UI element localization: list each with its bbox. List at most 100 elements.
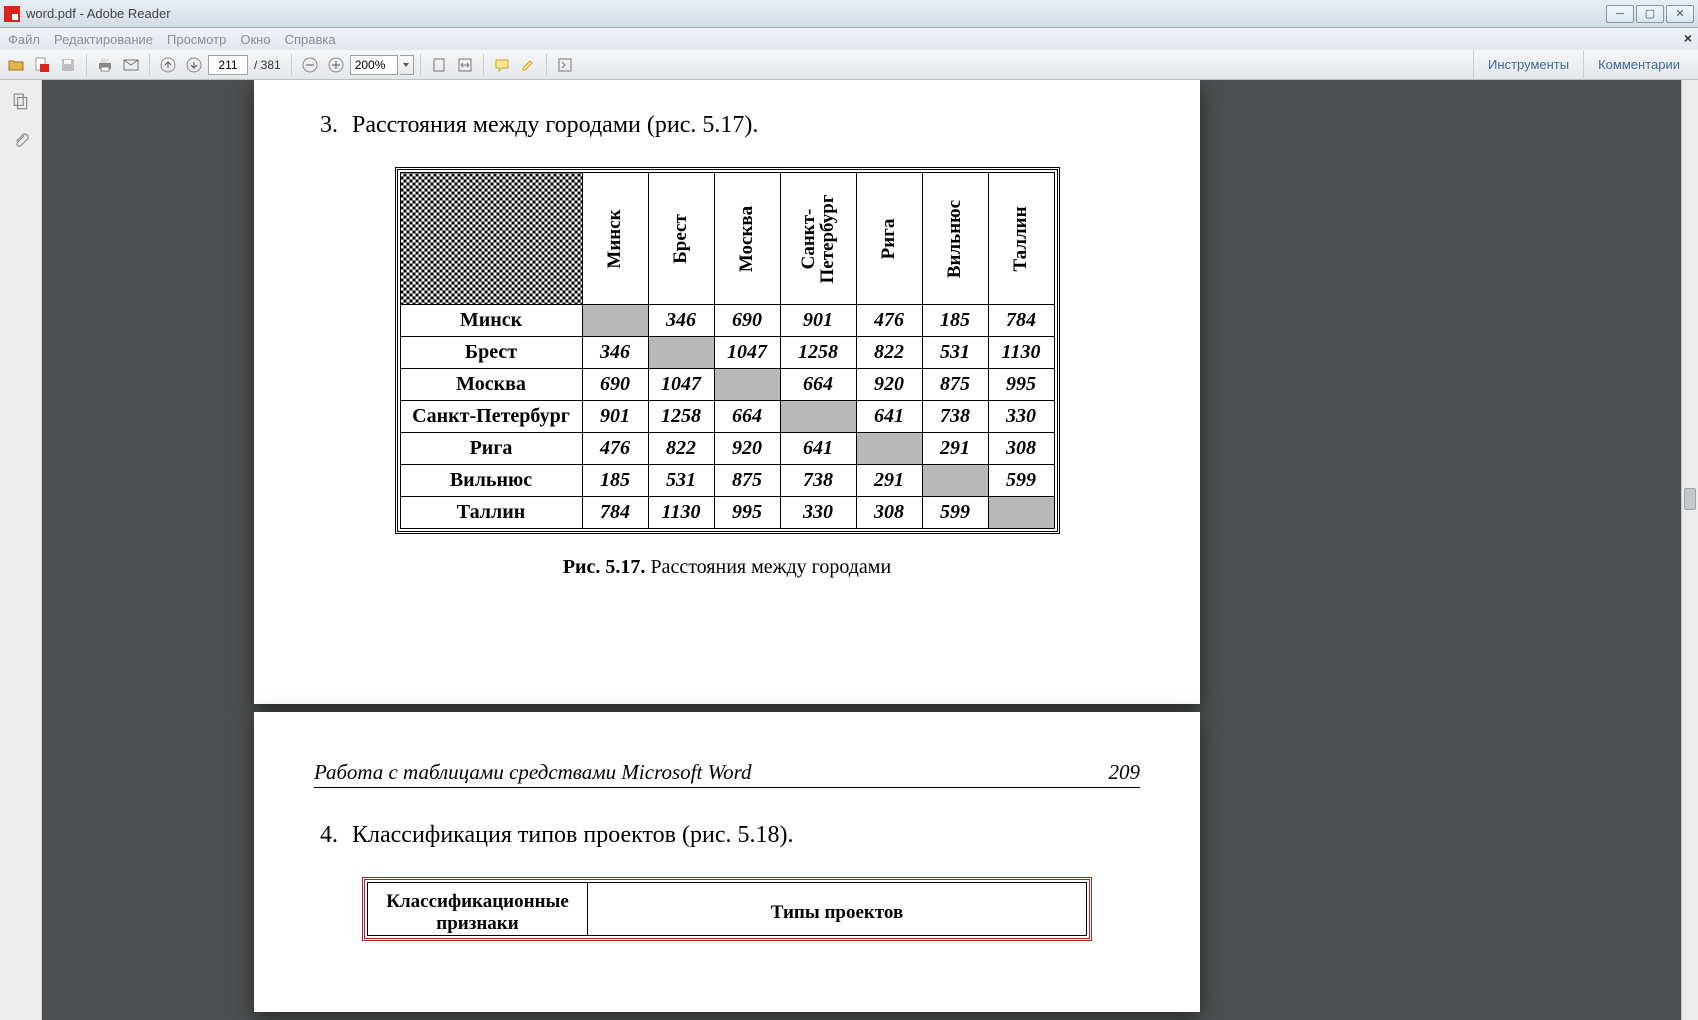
window-title: word.pdf - Adobe Reader [26,6,171,21]
tools-panel-button[interactable]: Инструменты [1473,50,1583,80]
table-cell: 664 [780,369,856,401]
zoom-out-icon[interactable] [298,53,322,77]
list-number: 4. [314,822,352,849]
app-icon [4,6,20,22]
close-button[interactable]: ✕ [1666,5,1694,23]
separator [291,54,292,76]
table-cell: 875 [714,465,780,497]
thumbnails-icon[interactable] [11,92,31,112]
vertical-scrollbar[interactable] [1681,80,1698,1020]
column-header: Минск [582,173,648,305]
row-header: Рига [400,433,582,465]
table-cell: 875 [922,369,988,401]
list-text: Классификация типов проектов (рис. 5.18)… [352,822,793,849]
zoom-in-icon[interactable] [324,53,348,77]
table-cell: 690 [714,305,780,337]
save-icon[interactable] [56,53,80,77]
table-cell [856,433,922,465]
row-header: Москва [400,369,582,401]
pdf-page: 3. Расстояния между городами (рис. 5.17)… [254,80,1200,704]
attachments-icon[interactable] [11,130,31,150]
minimize-button[interactable]: ─ [1606,5,1634,23]
comments-panel-button[interactable]: Комментарии [1583,50,1694,80]
table-cell: 599 [988,465,1054,497]
print-icon[interactable] [93,53,117,77]
column-header: Таллин [988,173,1054,305]
export-pdf-icon[interactable] [30,53,54,77]
table-cell: 690 [582,369,648,401]
table-cell: 185 [582,465,648,497]
zoom-input[interactable] [350,55,398,75]
table-cell: 308 [988,433,1054,465]
read-mode-icon[interactable] [553,53,577,77]
fit-page-icon[interactable] [427,53,451,77]
table-cell: 531 [922,337,988,369]
table-cell: 330 [988,401,1054,433]
list-number: 3. [314,112,352,139]
table-cell: 738 [780,465,856,497]
table-cell [582,305,648,337]
separator [86,54,87,76]
column-header: Рига [856,173,922,305]
row-header: Вильнюс [400,465,582,497]
figure-caption: Рис. 5.17. Расстояния между городами [314,556,1140,579]
table-cell [988,497,1054,529]
list-text: Расстояния между городами (рис. 5.17). [352,112,758,139]
page-number-input[interactable] [208,55,248,75]
open-icon[interactable] [4,53,28,77]
menu-edit[interactable]: Редактирование [54,32,153,47]
row-header: Таллин [400,497,582,529]
separator [546,54,547,76]
table-cell: 641 [780,433,856,465]
table-cell: 901 [582,401,648,433]
table-cell: 995 [714,497,780,529]
fit-width-icon[interactable] [453,53,477,77]
email-icon[interactable] [119,53,143,77]
highlight-icon[interactable] [516,53,540,77]
comment-icon[interactable] [490,53,514,77]
table-cell: 901 [780,305,856,337]
table-cell: 330 [780,497,856,529]
table-cell: 185 [922,305,988,337]
table-cell: 822 [648,433,714,465]
separator [483,54,484,76]
table-cell: 291 [922,433,988,465]
table-cell: 1130 [988,337,1054,369]
table-cell: 308 [856,497,922,529]
table-cell: 664 [714,401,780,433]
menu-window[interactable]: Окно [240,32,270,47]
page-down-icon[interactable] [182,53,206,77]
running-title: Работа с таблицами средствами Microsoft … [314,760,752,785]
navigation-sidebar [0,80,42,1020]
table-cell: 476 [582,433,648,465]
table-cell: 291 [856,465,922,497]
close-doc-icon[interactable]: × [1684,30,1692,46]
table-cell: 995 [988,369,1054,401]
table-cell: 1130 [648,497,714,529]
table-cell: 920 [714,433,780,465]
projects-table: Классификационные признаки Типы проектов [362,877,1092,941]
document-viewport[interactable]: 3. Расстояния между городами (рис. 5.17)… [42,80,1698,1020]
column-header: Москва [714,173,780,305]
table-cell: 346 [648,305,714,337]
page-up-icon[interactable] [156,53,180,77]
running-header: Работа с таблицами средствами Microsoft … [314,760,1140,788]
zoom-dropdown-icon[interactable] [400,55,414,75]
table-cell: 822 [856,337,922,369]
distance-table: МинскБрестМоскваСанкт-ПетербургРигаВильн… [395,167,1060,534]
table-cell: 1047 [648,369,714,401]
row-header: Минск [400,305,582,337]
scrollbar-thumb[interactable] [1684,488,1696,510]
running-page-number: 209 [1109,760,1141,785]
table-cell [922,465,988,497]
menu-file[interactable]: Файл [8,32,40,47]
row-header: Брест [400,337,582,369]
menu-bar: Файл Редактирование Просмотр Окно Справк… [0,28,1698,50]
table-header: Классификационные признаки [368,883,588,936]
table-cell: 784 [582,497,648,529]
menu-help[interactable]: Справка [285,32,336,47]
maximize-button[interactable]: ▢ [1636,5,1664,23]
row-header: Санкт-Петербург [400,401,582,433]
table-cell: 784 [988,305,1054,337]
menu-view[interactable]: Просмотр [167,32,226,47]
